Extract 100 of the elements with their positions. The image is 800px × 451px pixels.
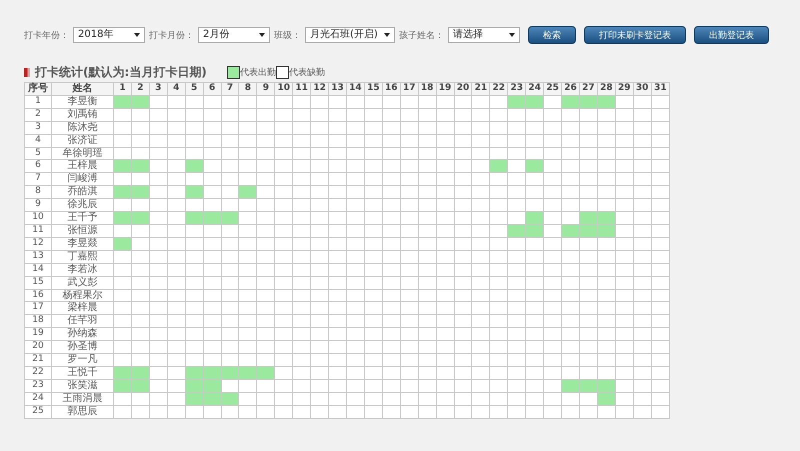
column-header: 10	[274, 82, 293, 96]
table-cell: 王梓晨	[52, 160, 114, 173]
legend-label: 代表出勤	[240, 66, 276, 78]
table-cell: 2	[24, 108, 52, 122]
column-header: 29	[615, 82, 634, 96]
column-header: 20	[454, 82, 472, 96]
column-header: 13	[328, 82, 346, 96]
table-cell: 15	[24, 276, 52, 289]
column-header: 姓名	[52, 82, 114, 96]
table-cell: 7	[24, 172, 52, 186]
column-header: 26	[562, 82, 580, 96]
column-header: 31	[651, 82, 670, 96]
table-cell: 3	[24, 121, 52, 134]
column-header: 7	[221, 82, 239, 96]
table-cell: 25	[24, 405, 52, 418]
caret-icon	[259, 33, 265, 37]
section-marker-icon	[24, 68, 30, 76]
column-header: 14	[346, 82, 364, 96]
table-cell: 孙纳森	[52, 328, 114, 341]
table-cell: 23	[24, 379, 52, 392]
table-cell: 12	[24, 237, 52, 250]
table-cell: 任芊羽	[52, 314, 114, 328]
column-header: 19	[436, 82, 454, 96]
filter-label: 孩子姓名：	[398, 30, 444, 42]
column-header: 8	[238, 82, 257, 96]
column-header: 23	[508, 82, 526, 96]
column-header: 5	[185, 82, 204, 96]
table-cell: 22	[24, 366, 52, 380]
table-cell: 丁嘉熙	[52, 250, 114, 264]
table-cell: 王雨涓晨	[52, 392, 114, 406]
table-cell: 张恒源	[52, 224, 114, 238]
column-header: 28	[597, 82, 616, 96]
table-cell: 闫峻溥	[52, 172, 114, 186]
table-cell: 14	[24, 263, 52, 276]
filter-label: 班级：	[274, 30, 301, 42]
table-cell: 4	[24, 134, 52, 148]
table-cell: 21	[24, 354, 52, 366]
dropdown[interactable]: 月光石班(开启)	[305, 27, 395, 43]
table-cell: 李昱燚	[52, 237, 114, 250]
table-cell: 王千予	[52, 212, 114, 224]
table-cell: 张济证	[52, 134, 114, 148]
table-cell: 10	[24, 212, 52, 224]
column-header: 6	[203, 82, 222, 96]
table-cell: 20	[24, 340, 52, 354]
column-header: 9	[256, 82, 275, 96]
column-header: 27	[579, 82, 598, 96]
column-header: 12	[310, 82, 329, 96]
table-cell: 李昱衡	[52, 95, 114, 108]
table-cell: 徐兆辰	[52, 198, 114, 212]
caret-icon	[508, 33, 515, 37]
table-cell: 郭思辰	[52, 405, 114, 418]
table-cell: 8	[24, 186, 52, 199]
column-header: 1	[114, 82, 132, 96]
table-cell: 17	[24, 302, 52, 315]
column-header: 16	[382, 82, 400, 96]
table-cell: 乔皓淇	[52, 186, 114, 199]
column-header: 4	[167, 82, 186, 96]
table-cell: 罗一凡	[52, 354, 114, 366]
table-cell: 李若冰	[52, 263, 114, 276]
table-cell: 5	[24, 147, 52, 160]
table-cell: 梁梓晨	[52, 302, 114, 315]
table-cell: 武义彭	[52, 276, 114, 289]
table-cell: 王悦千	[52, 366, 114, 380]
caret-icon	[134, 33, 140, 37]
section-title: 打卡统计(默认为:当月打卡日期)	[35, 64, 207, 80]
table-cell: 18	[24, 314, 52, 328]
column-header: 30	[633, 82, 652, 96]
dropdown[interactable]: 请选择	[448, 27, 520, 43]
table-cell: 19	[24, 328, 52, 341]
table-cell: 11	[24, 224, 52, 238]
caret-icon	[384, 33, 390, 37]
filter-label: 打卡年份：	[24, 30, 69, 42]
column-header: 21	[472, 82, 490, 96]
table-cell: 牟徐明瑶	[52, 147, 114, 160]
table-cell: 9	[24, 198, 52, 212]
column-header: 15	[364, 82, 382, 96]
table-cell: 16	[24, 289, 52, 302]
column-header: 22	[490, 82, 508, 96]
table-cell: 24	[24, 392, 52, 406]
table-cell: 陈沐尧	[52, 121, 114, 134]
column-header: 25	[544, 82, 562, 96]
column-header: 17	[400, 82, 418, 96]
table-cell: 刘禹铕	[52, 108, 114, 122]
action-button[interactable]: 检索	[528, 26, 576, 44]
dropdown[interactable]: 2018年	[73, 27, 145, 43]
action-button[interactable]: 出勤登记表	[694, 26, 769, 44]
action-button[interactable]: 打印未刷卡登记表	[584, 26, 686, 44]
table-cell: 孙圣博	[52, 340, 114, 354]
table-cell: 张笑滋	[52, 379, 114, 392]
table-cell: 13	[24, 250, 52, 264]
column-header: 序号	[24, 82, 52, 96]
dropdown[interactable]: 2月份	[198, 27, 270, 43]
filter-label: 打卡月份：	[149, 30, 194, 42]
legend-label: 代表缺勤	[288, 66, 325, 78]
column-header: 18	[418, 82, 436, 96]
column-header: 11	[292, 82, 311, 96]
table-cell: 6	[24, 160, 52, 173]
column-header: 3	[149, 82, 168, 96]
column-header: 2	[131, 82, 150, 96]
column-header: 24	[526, 82, 544, 96]
